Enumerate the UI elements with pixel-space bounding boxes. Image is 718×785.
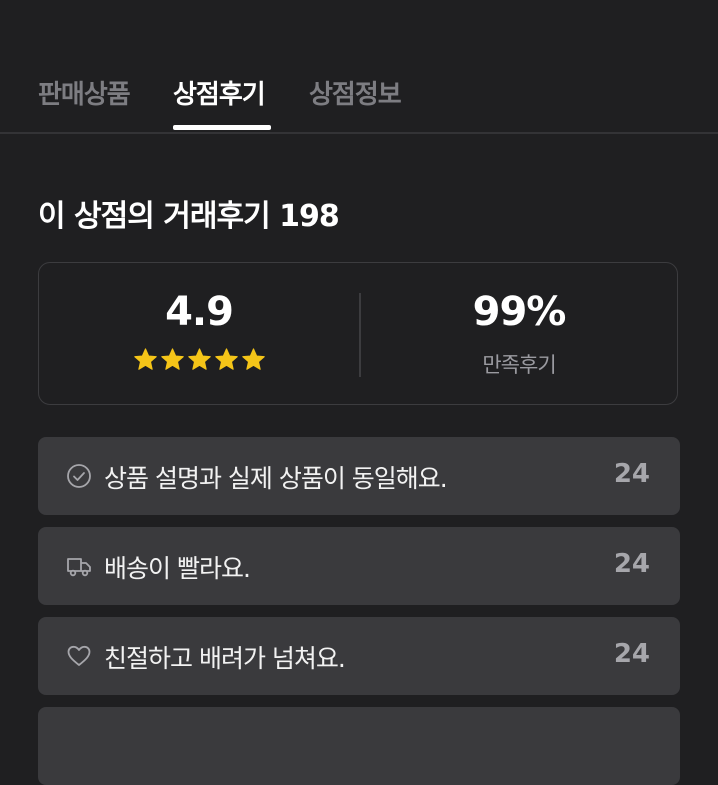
star-icon [133, 348, 157, 370]
review-item-label: 배송이 빨라요. [104, 554, 251, 583]
check-circle-icon [66, 463, 92, 489]
satisfaction-percent: 99% [472, 289, 567, 335]
star-rating [39, 347, 359, 372]
rating-score: 4.9 [165, 289, 234, 335]
review-item-fast-shipping[interactable]: 배송이 빨라요. 24 [38, 527, 680, 605]
rating-summary-card: 4.9 99% 만족후기 [38, 262, 678, 405]
star-icon [160, 348, 184, 370]
heart-icon [66, 643, 92, 669]
star-icon [187, 348, 211, 370]
review-item-count: 24 [613, 459, 650, 489]
tab-shop-info[interactable]: 상점정보 [309, 74, 402, 111]
reviews-heading: 이 상점의 거래후기 198 [38, 199, 340, 234]
tab-reviews[interactable]: 상점후기 [173, 74, 266, 111]
review-item-label: 상품 설명과 실제 상품이 동일해요. [104, 464, 448, 493]
truck-icon [66, 553, 92, 579]
tab-products[interactable]: 판매상품 [38, 74, 131, 111]
review-item-accurate-description[interactable]: 상품 설명과 실제 상품이 동일해요. 24 [38, 437, 680, 515]
review-item-label: 친절하고 배려가 넘쳐요. [104, 644, 346, 673]
star-icon [214, 348, 238, 370]
satisfaction-label: 만족후기 [482, 353, 556, 377]
review-item-count: 24 [613, 639, 650, 669]
star-icon [241, 348, 265, 370]
review-item-count: 24 [613, 549, 650, 579]
shop-tab-bar: 판매상품 상점후기 상점정보 [0, 0, 718, 134]
active-tab-indicator [173, 125, 271, 130]
review-item-kind-seller[interactable]: 친절하고 배려가 넘쳐요. 24 [38, 617, 680, 695]
review-item-partial[interactable] [38, 707, 680, 785]
